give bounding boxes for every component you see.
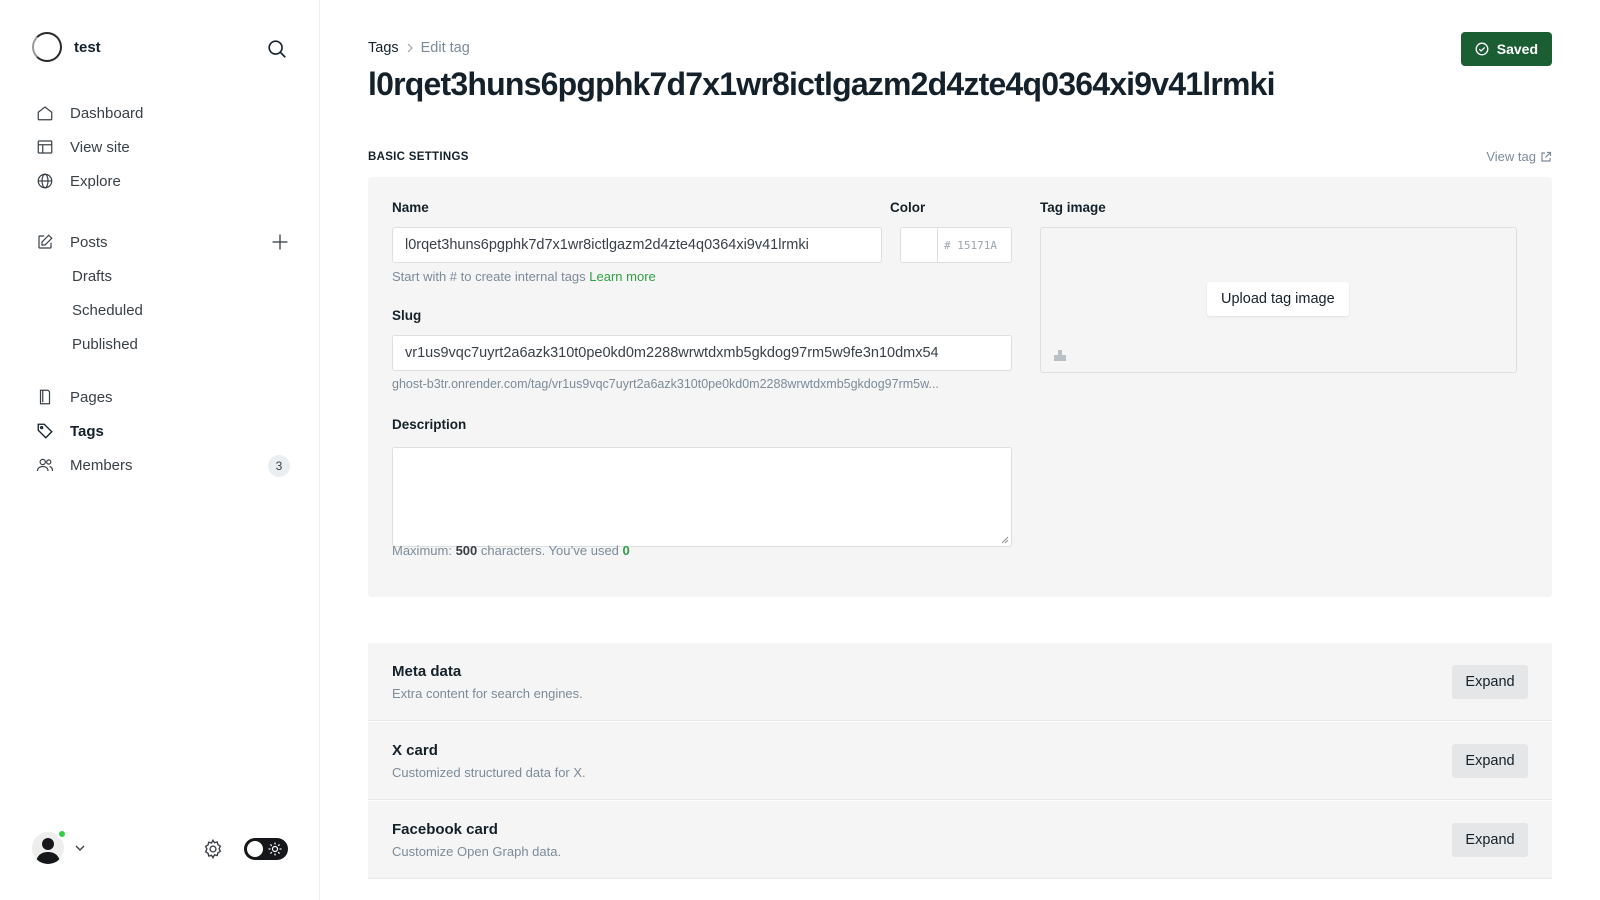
desc-hint-mid: characters. You’ve used: [477, 543, 623, 558]
sidebar-footer: [32, 829, 290, 868]
resize-handle-icon[interactable]: [1001, 536, 1009, 544]
sun-icon: [268, 842, 282, 856]
description-textarea[interactable]: [392, 447, 1012, 547]
breadcrumb-current: Edit tag: [420, 40, 470, 56]
meta-data-expand-button[interactable]: Expand: [1452, 665, 1528, 699]
basic-settings-panel: Name l0rqet3huns6pgphk7d7x1wr8ictlgazm2d…: [368, 177, 1552, 597]
color-swatch[interactable]: [900, 227, 938, 263]
x-card-section: X card Customized structured data for X.…: [368, 722, 1552, 800]
desc-used: 0: [622, 543, 630, 558]
page-title: l0rqet3huns6pgphk7d7x1wr8ictlgazm2d4zte4…: [368, 66, 1276, 102]
sidebar: test Dashboard View site Explore Posts D…: [0, 0, 320, 900]
meta-data-section: Meta data Extra content for search engin…: [368, 643, 1552, 721]
external-link-icon: [1541, 151, 1552, 162]
name-label: Name: [392, 200, 429, 215]
nav-scheduled[interactable]: Scheduled: [36, 293, 292, 327]
nav-view-site-label: View site: [70, 138, 130, 156]
nav-dashboard-label: Dashboard: [70, 104, 144, 122]
theme-toggle[interactable]: [244, 838, 288, 860]
upload-tag-image-button[interactable]: Upload tag image: [1207, 282, 1349, 316]
home-icon: [37, 106, 53, 121]
site-nav: Pages Tags Members 3: [36, 380, 292, 482]
saved-label: Saved: [1496, 41, 1538, 57]
facebook-card-desc: Customize Open Graph data.: [392, 844, 562, 859]
members-count-badge: 3: [268, 455, 290, 477]
check-circle-icon: [1475, 42, 1489, 56]
slug-input[interactable]: vr1us9vqc7uyrt2a6azk310t0pe0kd0m2288wrwt…: [392, 335, 1012, 371]
tag-image-dropzone[interactable]: Upload tag image: [1040, 227, 1517, 373]
desc-hint-prefix: Maximum:: [392, 543, 456, 558]
page-icon: [39, 389, 51, 405]
desc-max: 500: [455, 543, 478, 558]
site-name: test: [74, 38, 101, 56]
x-card-title: X card: [392, 742, 438, 759]
gear-icon[interactable]: [202, 838, 224, 860]
chevron-down-icon[interactable]: [74, 842, 86, 854]
layout-icon: [37, 140, 53, 154]
tag-icon: [37, 423, 53, 439]
nav-explore-label: Explore: [70, 172, 121, 190]
nav-posts[interactable]: Posts: [36, 225, 292, 259]
slug-label: Slug: [392, 308, 422, 323]
name-input[interactable]: l0rqet3huns6pgphk7d7x1wr8ictlgazm2d4zte4…: [392, 227, 882, 263]
slug-url-preview: ghost-b3tr.onrender.com/tag/vr1us9vqc7uy…: [392, 377, 939, 391]
meta-data-desc: Extra content for search engines.: [392, 686, 583, 701]
basic-settings-heading: BASIC SETTINGS: [368, 151, 469, 163]
saved-button[interactable]: Saved: [1460, 32, 1552, 66]
nav-tags-label: Tags: [70, 422, 104, 440]
nav-drafts[interactable]: Drafts: [36, 259, 292, 293]
chevron-right-icon: [407, 43, 413, 53]
nav-drafts-label: Drafts: [72, 267, 113, 285]
facebook-card-title: Facebook card: [392, 821, 498, 838]
brand[interactable]: test: [32, 32, 101, 62]
globe-icon: [37, 173, 53, 189]
facebook-card-expand-button[interactable]: Expand: [1452, 823, 1528, 857]
nav-dashboard[interactable]: Dashboard: [36, 96, 292, 130]
toggle-knob: [247, 841, 263, 857]
breadcrumb-tags-link[interactable]: Tags: [368, 40, 399, 56]
nav-members-label: Members: [70, 456, 133, 474]
description-label: Description: [392, 417, 467, 432]
name-hint-text: Start with # to create internal tags: [392, 269, 586, 284]
description-hint: Maximum: 500 characters. You’ve used 0: [392, 543, 630, 558]
facebook-card-section: Facebook card Customize Open Graph data.…: [368, 801, 1552, 879]
nav-scheduled-label: Scheduled: [72, 301, 143, 319]
nav-members[interactable]: Members 3: [36, 448, 292, 482]
breadcrumb: Tags Edit tag: [368, 40, 470, 56]
color-label: Color: [890, 200, 926, 215]
meta-data-title: Meta data: [392, 663, 462, 680]
image-upload-icon: [1054, 350, 1066, 361]
x-card-desc: Customized structured data for X.: [392, 765, 586, 780]
color-input[interactable]: # 15171A: [937, 227, 1012, 263]
nav-published[interactable]: Published: [36, 327, 292, 361]
online-status-dot: [57, 829, 67, 839]
nav-pages-label: Pages: [70, 388, 113, 406]
name-hint: Start with # to create internal tags Lea…: [392, 269, 656, 284]
view-tag-link[interactable]: View tag: [1486, 149, 1552, 164]
nav-pages[interactable]: Pages: [36, 380, 292, 414]
view-tag-label: View tag: [1486, 149, 1536, 164]
search-icon[interactable]: [266, 38, 288, 60]
nav-published-label: Published: [72, 335, 138, 353]
nav-explore[interactable]: Explore: [36, 164, 292, 198]
new-post-plus-icon[interactable]: [270, 232, 290, 252]
nav-tags[interactable]: Tags: [36, 414, 292, 448]
learn-more-link[interactable]: Learn more: [589, 269, 655, 284]
primary-nav: Dashboard View site Explore: [36, 96, 292, 198]
x-card-expand-button[interactable]: Expand: [1452, 744, 1528, 778]
nav-view-site[interactable]: View site: [36, 130, 292, 164]
members-icon: [36, 458, 54, 472]
tag-image-label: Tag image: [1040, 200, 1106, 215]
site-logo: [32, 32, 62, 62]
content-nav: Posts Drafts Scheduled Published: [36, 225, 292, 361]
nav-posts-label: Posts: [70, 233, 108, 251]
edit-icon: [38, 234, 53, 249]
